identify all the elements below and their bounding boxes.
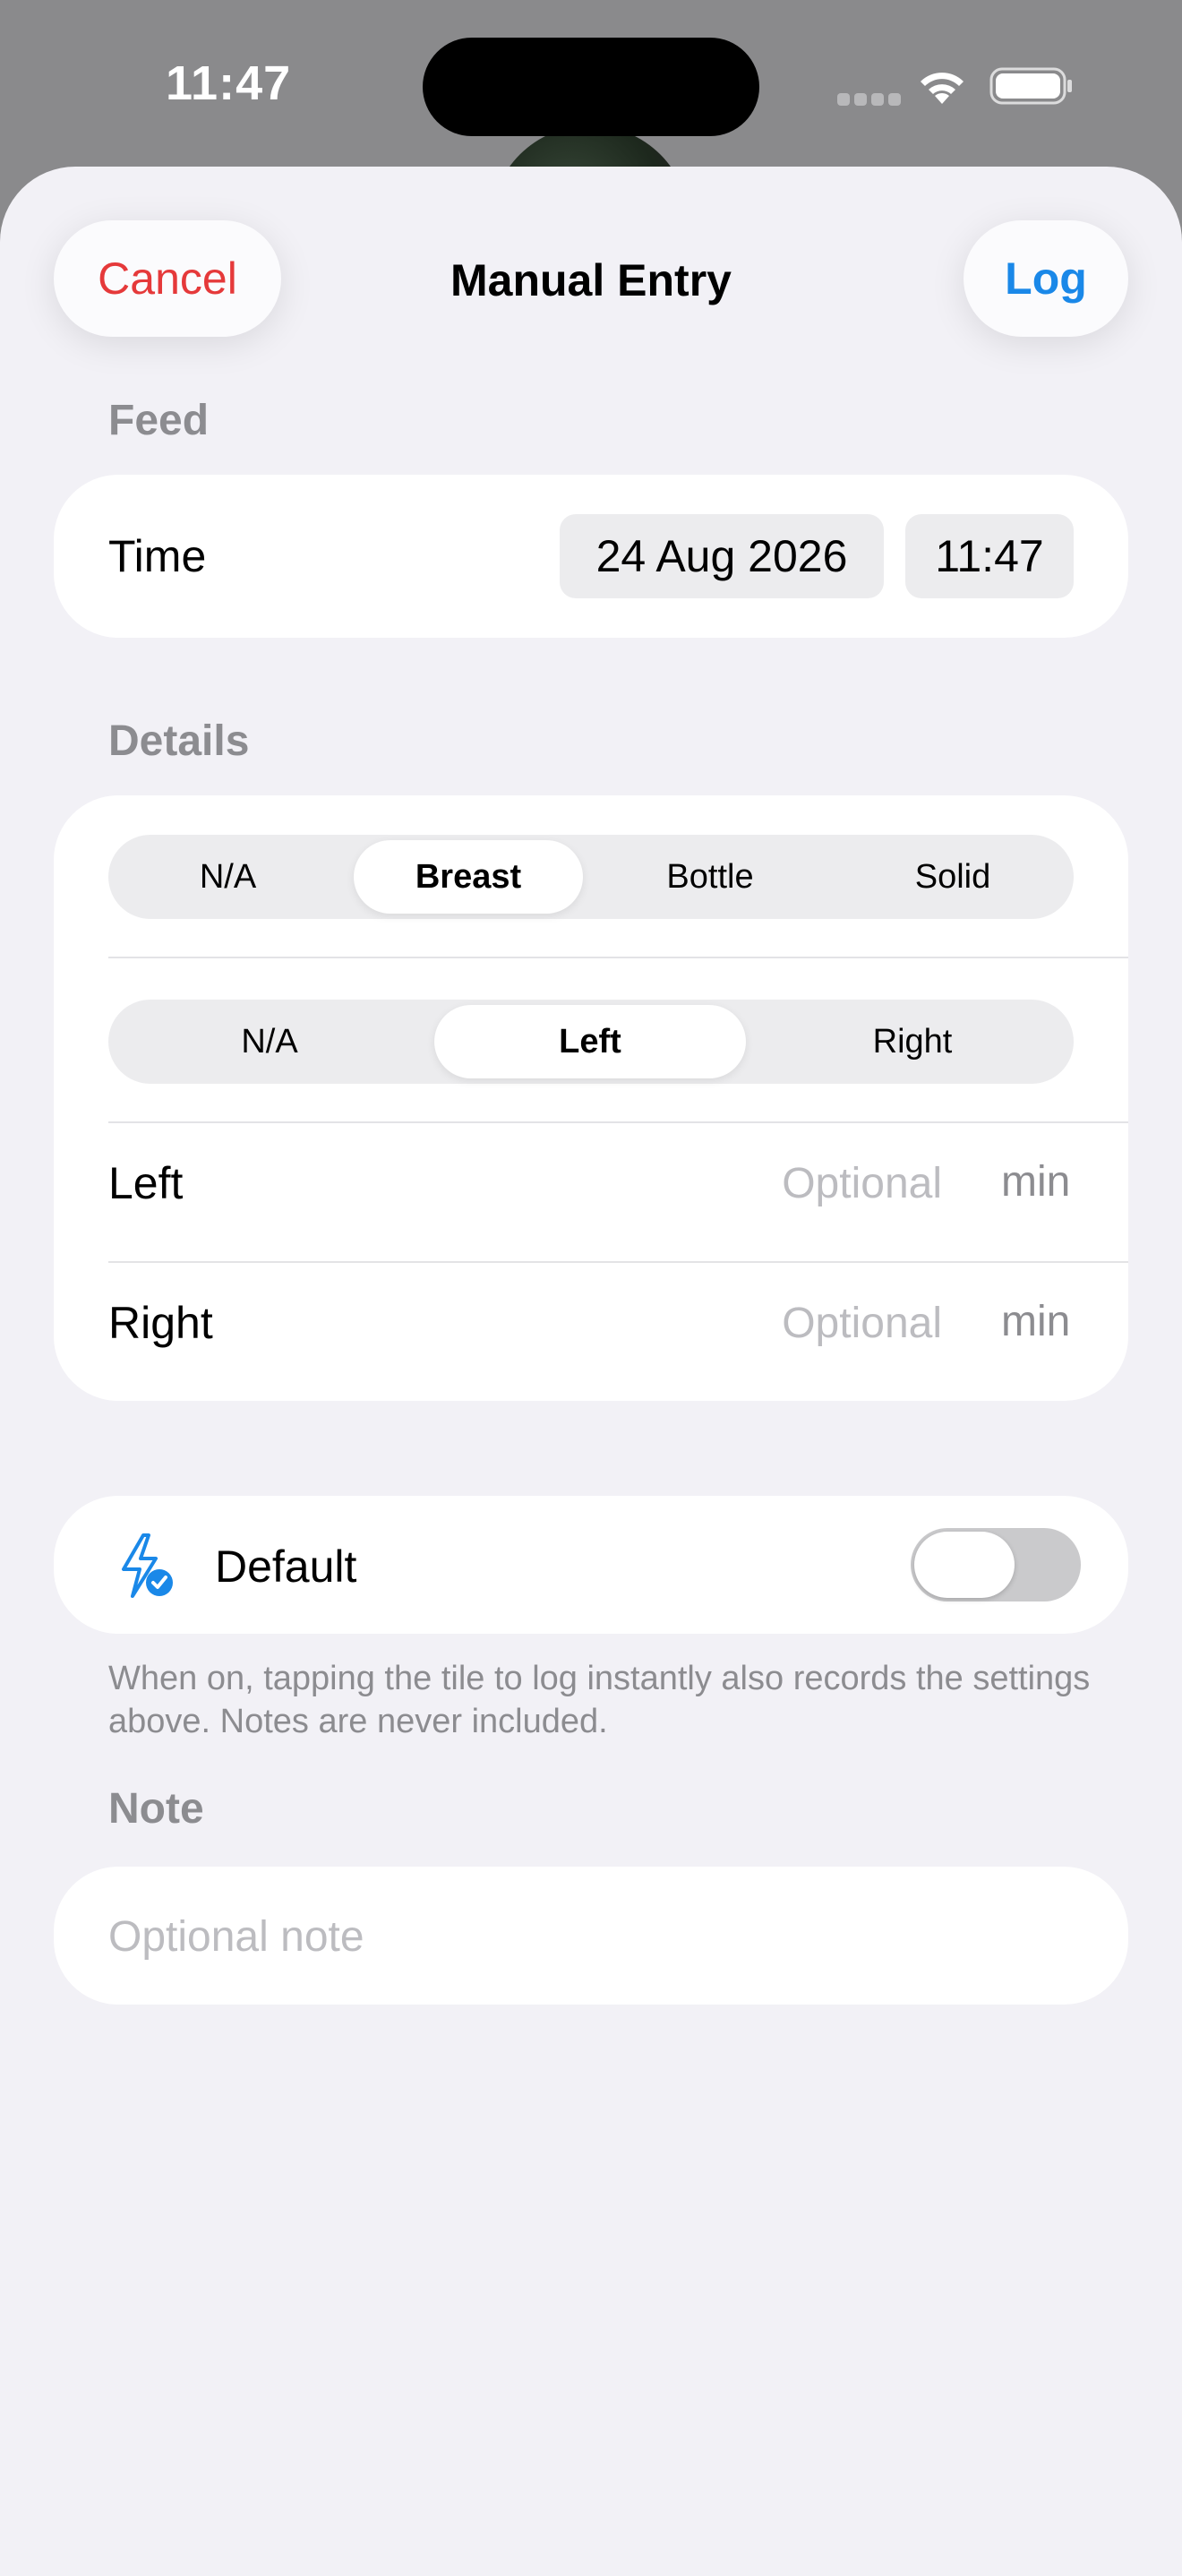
- manual-entry-sheet: Cancel Manual Entry Log Feed Time 24 Aug…: [0, 167, 1182, 2576]
- dynamic-island: [423, 38, 759, 136]
- cellular-signal-icon: [837, 93, 901, 106]
- right-duration-label: Right: [108, 1298, 213, 1348]
- feed-time-card: Time 24 Aug 2026 11:47: [54, 475, 1128, 638]
- feed-section-label: Feed: [108, 397, 210, 444]
- left-duration-input[interactable]: [709, 1152, 942, 1215]
- status-bar: 11:47: [0, 0, 1182, 324]
- details-card: N/A Breast Bottle Solid N/A Left Right L…: [54, 795, 1128, 1401]
- default-footnote: When on, tapping the tile to log instant…: [108, 1660, 1091, 1740]
- wifi-icon: [921, 73, 964, 104]
- note-card: [54, 1867, 1128, 2005]
- feed-type-option-bottle[interactable]: Bottle: [595, 840, 825, 914]
- default-setting-card: Default: [54, 1496, 1128, 1634]
- time-label: Time: [108, 531, 207, 581]
- feed-type-segmented-control: N/A Breast Bottle Solid: [108, 835, 1074, 919]
- details-section-label: Details: [108, 717, 250, 765]
- side-option-right[interactable]: Right: [757, 1005, 1068, 1078]
- note-section-label: Note: [108, 1785, 204, 1833]
- breast-side-segmented-control: N/A Left Right: [108, 1000, 1074, 1084]
- note-input[interactable]: [108, 1901, 1075, 1972]
- toggle-knob: [914, 1532, 1015, 1598]
- right-duration-input[interactable]: [709, 1292, 942, 1354]
- right-duration-unit: min: [1001, 1298, 1071, 1345]
- left-duration-unit: min: [1001, 1158, 1071, 1206]
- divider: [108, 1261, 1128, 1263]
- left-duration-label: Left: [108, 1158, 184, 1208]
- feed-type-option-breast[interactable]: Breast: [354, 840, 583, 914]
- side-option-left[interactable]: Left: [434, 1005, 746, 1078]
- date-picker-button[interactable]: 24 Aug 2026: [560, 514, 884, 598]
- status-time: 11:47: [166, 56, 292, 110]
- feed-type-option-solid[interactable]: Solid: [837, 840, 1068, 914]
- time-picker-button[interactable]: 11:47: [905, 514, 1074, 598]
- divider: [108, 1121, 1128, 1123]
- default-label: Default: [215, 1541, 357, 1592]
- default-toggle[interactable]: [911, 1528, 1081, 1601]
- side-option-na[interactable]: N/A: [114, 1005, 425, 1078]
- divider: [108, 957, 1128, 958]
- bolt-check-icon: [122, 1533, 173, 1598]
- feed-type-option-na[interactable]: N/A: [114, 840, 342, 914]
- battery-icon: [989, 67, 1072, 105]
- log-button[interactable]: Log: [964, 220, 1128, 337]
